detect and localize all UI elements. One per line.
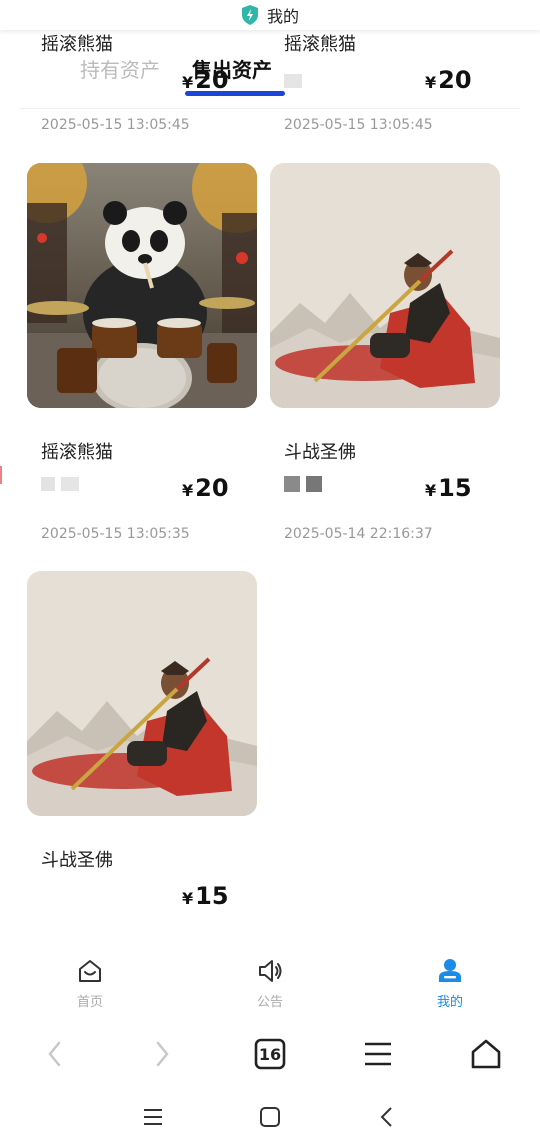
currency-symbol: ¥: [182, 889, 194, 908]
menu-button[interactable]: [358, 1034, 398, 1074]
price-value: 15: [438, 474, 472, 502]
back-button[interactable]: [35, 1034, 75, 1074]
currency-symbol: ¥: [182, 481, 194, 500]
currency-symbol: ¥: [425, 481, 437, 500]
system-nav-bar: [0, 1090, 540, 1146]
shield-icon: [241, 5, 258, 25]
home-smile-icon: [79, 960, 101, 982]
seller-avatar: [41, 476, 101, 492]
active-tab-indicator: [185, 91, 285, 96]
price-value: 15: [195, 882, 229, 910]
asset-date: 2025-05-15 13:05:45: [41, 117, 190, 133]
divider: [20, 108, 520, 109]
tabs-button[interactable]: 16: [250, 1034, 290, 1074]
tab-sold-assets[interactable]: 售出资产: [192, 54, 272, 83]
asset-image-panda[interactable]: [27, 163, 257, 408]
asset-card[interactable]: 斗战圣佛 ¥15: [27, 571, 257, 951]
house-icon: [471, 1039, 501, 1069]
asset-image-monkey-king[interactable]: [27, 571, 257, 816]
forward-button[interactable]: [142, 1034, 182, 1074]
asset-card[interactable]: 斗战圣佛 ¥15 2025-05-14 22:16:37: [270, 163, 500, 553]
asset-name: 斗战圣佛: [41, 850, 113, 871]
tab-announcements-label: 公告: [256, 995, 283, 1010]
panda-drummer-image: [27, 163, 257, 408]
tab-mine[interactable]: 我的: [420, 957, 480, 1010]
tab-home[interactable]: 首页: [60, 957, 120, 1010]
asset-price: ¥15: [182, 882, 229, 910]
page-title: 我的: [266, 7, 299, 26]
asset-tabs: 持有资产 售出资产: [0, 48, 540, 100]
tab-mine-label: 我的: [436, 995, 463, 1010]
home-button[interactable]: [466, 1034, 506, 1074]
monkey-king-image: [27, 571, 257, 816]
browser-toolbar: 16: [0, 1022, 540, 1082]
square-icon: [260, 1107, 280, 1127]
asset-date: 2025-05-14 22:16:37: [284, 526, 433, 542]
chevron-left-icon: [48, 1041, 61, 1067]
asset-name: 斗战圣佛: [284, 442, 356, 463]
tab-announcements[interactable]: 公告: [240, 957, 300, 1010]
recents-icon: [144, 1109, 162, 1125]
recent-apps-button[interactable]: [138, 1102, 168, 1132]
user-icon: [439, 959, 461, 982]
speaker-icon: [259, 960, 282, 982]
asset-name: 摇滚熊猫: [41, 442, 113, 463]
edge-marker: [0, 466, 2, 484]
chevron-right-icon: [156, 1041, 169, 1067]
monkey-king-image: [270, 163, 500, 408]
back-arrow-icon: [380, 1107, 392, 1127]
asset-price: ¥15: [425, 474, 472, 502]
tab-holding-assets[interactable]: 持有资产: [80, 54, 160, 83]
asset-date: 2025-05-15 13:05:45: [284, 117, 433, 133]
system-home-button[interactable]: [255, 1102, 285, 1132]
price-value: 20: [195, 474, 229, 502]
asset-card[interactable]: 摇滚熊猫 ¥20 2025-05-15 13:05:35: [27, 163, 257, 553]
asset-price: ¥20: [182, 474, 229, 502]
asset-image-monkey-king[interactable]: [270, 163, 500, 408]
seller-avatar: [284, 476, 344, 492]
bottom-tab-bar: 首页 公告 我的: [0, 945, 540, 1020]
asset-date: 2025-05-15 13:05:35: [41, 526, 190, 542]
menu-icon: [365, 1042, 391, 1066]
title-bar: 我的: [0, 0, 540, 30]
system-back-button[interactable]: [372, 1102, 402, 1132]
tab-count: 16: [258, 1044, 282, 1064]
tab-home-label: 首页: [76, 995, 103, 1010]
